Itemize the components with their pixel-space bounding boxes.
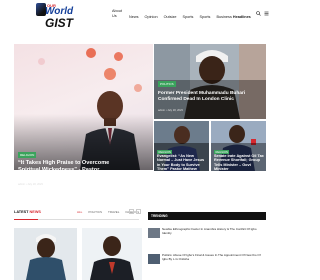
decor-bubble xyxy=(104,68,116,80)
nav-business[interactable]: Business xyxy=(216,12,231,22)
nav-sports[interactable]: Sports xyxy=(182,12,193,22)
trending-item[interactable]: Politics: Abuse Of Igbo's Final & Issues… xyxy=(148,253,266,276)
trending-thumbnail[interactable] xyxy=(148,228,160,238)
nav-headlines[interactable]: Headlines xyxy=(233,12,251,22)
story-headline[interactable]: Senate Irate Against Oil Tax Revenue Sho… xyxy=(214,154,264,172)
logo-text-gist: GIST xyxy=(45,16,74,30)
latest-photo xyxy=(14,228,77,280)
site-header: OUR World GIST About Us News Opinion Out… xyxy=(0,0,280,34)
trending-title[interactable]: Newbie Ethnographic Factor In Anambra Hi… xyxy=(162,227,266,236)
header-icons xyxy=(256,11,269,16)
nav-opinion[interactable]: Opinion xyxy=(145,12,158,22)
hero-meta: admin • July 18, 2023 xyxy=(18,183,43,186)
latest-pager: ‹ › xyxy=(129,209,141,214)
nav-about-us[interactable]: About Us xyxy=(112,9,122,19)
hero-headline[interactable]: “It Takes High Praise to Overcome Spirit… xyxy=(18,160,118,180)
decor-bubble xyxy=(114,52,123,61)
news-label: NEWS xyxy=(29,210,41,214)
nav-sports-2[interactable]: Sports xyxy=(199,12,210,22)
latest-thumbnail[interactable] xyxy=(82,228,142,280)
story-headline[interactable]: Evangelist: “As New Normal – Just Have J… xyxy=(157,154,207,172)
latest-thumbnail[interactable] xyxy=(14,228,77,280)
tab-all[interactable]: ALL xyxy=(77,210,82,214)
featured-headline[interactable]: Former President Muhammadu Buhari Confir… xyxy=(158,91,262,103)
nav-news[interactable]: News xyxy=(129,12,139,22)
decor-bubble xyxy=(38,58,45,65)
trending-title[interactable]: Politics: Abuse Of Igbo's Final & Issues… xyxy=(162,253,266,262)
site-logo[interactable]: OUR World GIST xyxy=(36,3,74,31)
section-divider-accent xyxy=(14,219,38,220)
tab-politics[interactable]: POLITICS xyxy=(88,210,102,214)
trending-heading: TRENDING xyxy=(148,212,266,220)
trending-thumbnail[interactable] xyxy=(148,254,160,264)
featured-meta: admin • July 18, 2023 xyxy=(158,109,183,112)
latest-photo xyxy=(82,228,142,280)
category-badge[interactable]: POLITICS xyxy=(158,81,176,87)
prev-button[interactable]: ‹ xyxy=(129,209,134,214)
decor-bubble xyxy=(86,48,96,58)
category-badge[interactable]: RELIGION xyxy=(18,152,37,158)
trending-item[interactable]: Newbie Ethnographic Factor In Anambra Hi… xyxy=(148,227,266,250)
search-icon[interactable] xyxy=(256,11,261,16)
latest-label: LATEST xyxy=(14,210,29,214)
main-nav: About Us News Opinion Outsize Sports Spo… xyxy=(112,9,257,22)
menu-icon[interactable] xyxy=(264,11,269,16)
latest-news-heading: LATEST NEWS xyxy=(14,210,41,214)
nav-outside[interactable]: Outsize xyxy=(164,12,177,22)
tab-travel[interactable]: TRAVEL xyxy=(108,210,119,214)
next-button[interactable]: › xyxy=(136,209,141,214)
